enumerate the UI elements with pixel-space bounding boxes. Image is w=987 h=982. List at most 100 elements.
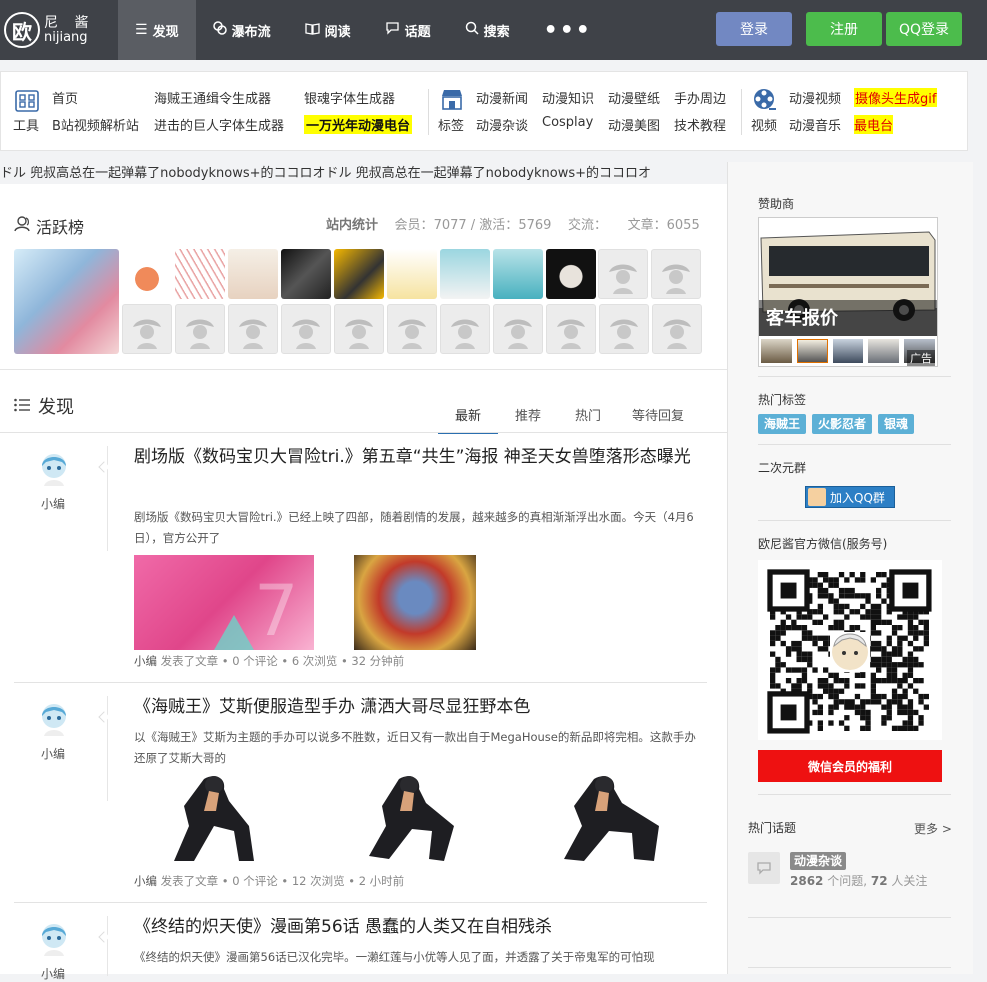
nav-search[interactable]: 搜索 [448,0,527,60]
tools-label[interactable]: 工具 [13,115,39,134]
more-menu-button[interactable]: ••• [527,0,609,60]
link-figures[interactable]: 手办周边 [674,88,726,107]
video-label[interactable]: 视频 [751,115,777,134]
sponsor-ad[interactable]: 客车报价 广告 [758,217,938,367]
avatar[interactable] [387,249,437,299]
tag-gintama[interactable]: 银魂 [878,414,915,434]
default-avatar[interactable] [546,304,596,354]
post-title[interactable]: 剧场版《数码宝贝大冒险tri.》第五章“共生”海报 神圣天女兽堕落形态曝光 [134,443,694,472]
link-anime-knowledge[interactable]: 动漫知识 [542,88,594,107]
ad-thumb[interactable] [796,339,828,363]
ad-thumb[interactable] [761,339,792,363]
nav-read[interactable]: 阅读 [288,0,368,60]
topic-icon[interactable] [748,852,780,884]
link-gintama-font[interactable]: 银魂字体生成器 [304,88,395,107]
author-avatar[interactable] [34,918,74,958]
link-cosplay[interactable]: Cosplay [542,115,593,130]
default-avatar[interactable] [175,304,225,354]
avatar[interactable] [14,249,119,354]
avatar[interactable] [334,249,384,299]
link-anime-chat[interactable]: 动漫杂谈 [476,115,528,134]
tab-waiting-reply[interactable]: 等待回复 [618,405,698,434]
hot-topics-title: 热门话题 [748,821,797,835]
post-thumbnail[interactable] [354,771,469,866]
avatar[interactable] [122,249,172,299]
author-name[interactable]: 小编 [41,495,65,512]
avatar[interactable] [440,249,490,299]
sidebar: 赞助商 客车报价 广告 热门标签 海贼王 火影忍者 银魂 二次元群 加入QQ群 [727,162,973,974]
post-thumbnail[interactable] [534,771,674,866]
tab-hot[interactable]: 热门 [558,405,618,434]
active-count: 5769 [518,218,552,233]
link-titan-font[interactable]: 进击的巨人字体生成器 [154,115,284,134]
ad-thumb[interactable] [868,339,900,363]
tab-recommended[interactable]: 推荐 [498,405,558,434]
topic-name[interactable]: 动漫杂谈 [790,852,847,870]
post-title[interactable]: 《海贼王》艾斯便服造型手办 潇洒大哥尽显狂野本色 [134,693,694,722]
discover-title: 发现 [14,393,74,419]
default-avatar[interactable] [599,304,649,354]
chat-icon [385,21,400,39]
link-anime-pics[interactable]: 动漫美图 [608,115,660,134]
author-avatar[interactable] [34,698,74,738]
default-avatar[interactable] [598,249,648,299]
link-webcam-gif[interactable]: 摄像头生成gif [854,88,938,107]
link-anime-music[interactable]: 动漫音乐 [789,115,841,134]
nav-topics[interactable]: 话题 [368,0,448,60]
post-thumbnail[interactable] [354,555,476,650]
default-avatar[interactable] [440,304,490,354]
link-wanted-generator[interactable]: 海贼王通缉令生成器 [154,88,271,107]
avatar[interactable] [281,249,331,299]
register-button[interactable]: 注册 [806,12,882,46]
post-title[interactable]: 《终结的炽天使》漫画第56话 愚蠢的人类又在自相残杀 [134,913,694,942]
ad-thumb[interactable] [832,339,864,363]
ad-caption: 客车报价 [766,308,838,329]
default-avatar[interactable] [651,249,701,299]
tags-label[interactable]: 标签 [438,115,464,134]
tab-latest[interactable]: 最新 [438,405,498,434]
avatar[interactable] [228,249,278,299]
login-button[interactable]: 登录 [716,12,792,46]
default-avatar[interactable] [281,304,331,354]
author-name[interactable]: 小编 [41,745,65,762]
divider [428,89,429,135]
author-avatar[interactable] [34,448,74,488]
link-home[interactable]: 首页 [52,88,78,107]
default-avatar[interactable] [387,304,437,354]
nav-label: 阅读 [324,24,351,40]
book-icon [304,22,320,39]
link-best-radio[interactable]: 最电台 [854,115,894,134]
link-anime-radio[interactable]: 一万光年动漫电台 [304,115,413,134]
default-avatar[interactable] [652,304,702,354]
avatar[interactable] [493,249,543,299]
post-thumbnail[interactable]: 7 [134,555,314,652]
more-topics-link[interactable]: 更多 > [914,820,952,837]
site-logo[interactable]: 欧 尼 酱 nijiang [4,10,94,50]
tag-naruto[interactable]: 火影忍者 [812,414,873,434]
hot-tags-title: 热门标签 [758,393,807,407]
wechat-benefits-button[interactable]: 微信会员的福利 [758,750,942,782]
default-avatar[interactable] [228,304,278,354]
scrolling-ticker[interactable]: ドル 兜叔高总在一起弹幕了nobodyknows+的ココロオドル 兜叔高总在一起… [0,162,727,184]
link-anime-videos[interactable]: 动漫视频 [789,88,841,107]
divider [14,902,707,903]
nav-discover[interactable]: ☰ 发现 [118,0,196,60]
link-anime-news[interactable]: 动漫新闻 [476,88,528,107]
link-bilibili-parser[interactable]: B站视频解析站 [52,115,139,134]
default-avatar[interactable] [122,304,172,354]
post-thumbnail[interactable] [154,771,269,866]
link-tutorials[interactable]: 技术教程 [674,115,726,134]
qq-login-button[interactable]: QQ登录 [886,12,962,46]
join-qq-group-button[interactable]: 加入QQ群 [805,486,895,508]
avatar[interactable] [546,249,596,299]
link-wallpapers[interactable]: 动漫壁纸 [608,88,660,107]
members-count: 7077 [433,218,467,233]
default-avatar[interactable] [493,304,543,354]
search-icon [465,21,479,39]
avatar[interactable] [175,249,225,299]
tag-one-piece[interactable]: 海贼王 [758,414,807,434]
default-avatar[interactable] [334,304,384,354]
nav-waterfall[interactable]: 瀑布流 [196,0,288,60]
nav-label: 搜索 [483,24,510,40]
divider [758,794,951,795]
